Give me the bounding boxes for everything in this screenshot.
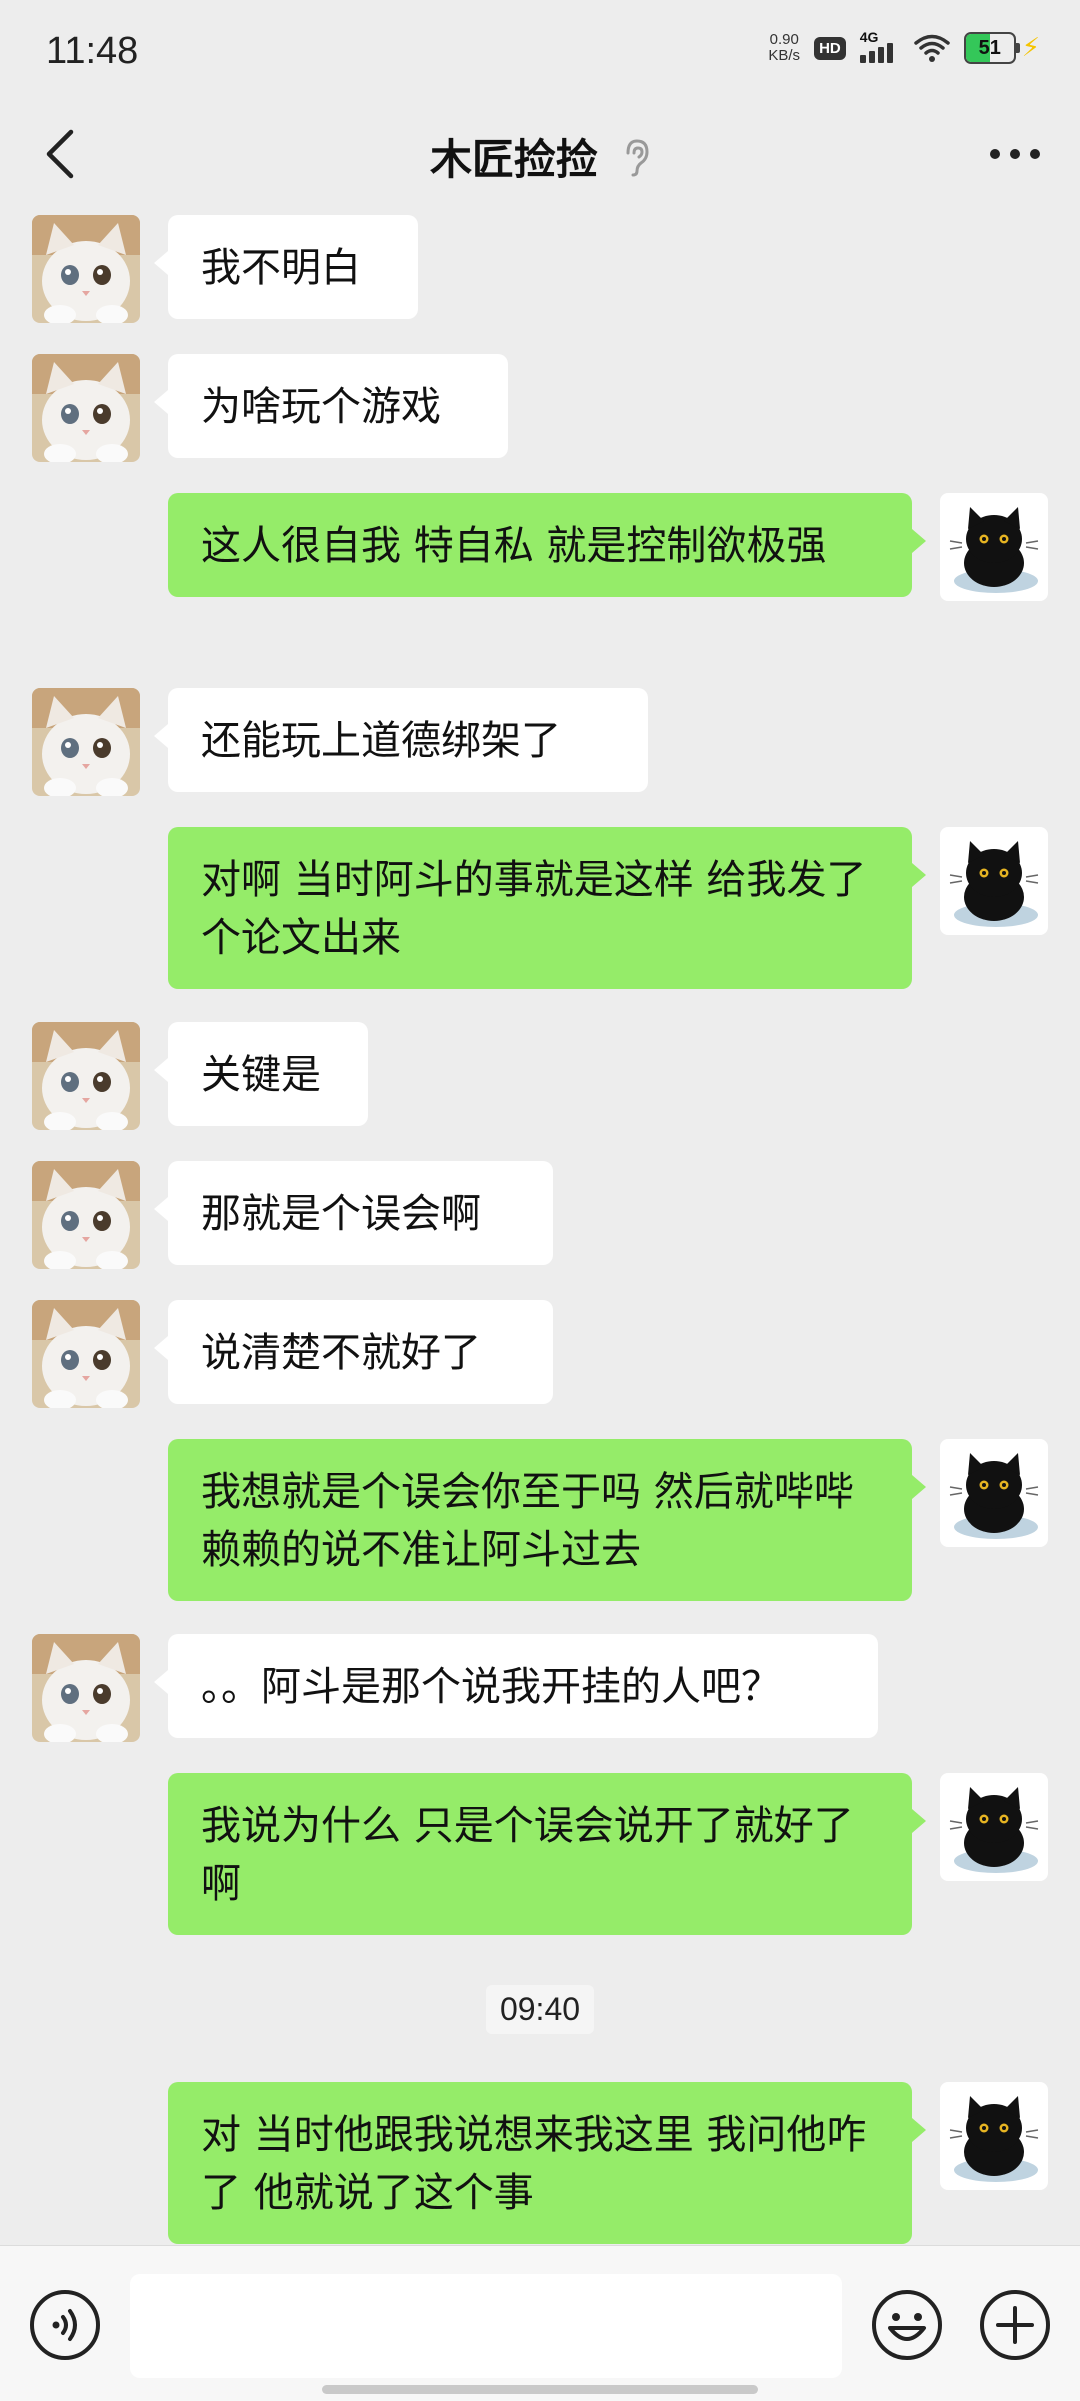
status-time: 11:48 <box>46 30 139 72</box>
status-icons: 0.90 KB/s HD 4G 51 ⚡ <box>768 29 1040 64</box>
contact-avatar[interactable] <box>32 1634 140 1742</box>
voice-icon <box>30 2290 100 2360</box>
input-bar <box>0 2245 1080 2401</box>
battery-icon: 51 ⚡ <box>963 32 1040 64</box>
plus-button[interactable] <box>978 2288 1052 2362</box>
network-type-label: 4G <box>859 29 879 45</box>
message-input[interactable] <box>130 2274 842 2378</box>
my-avatar[interactable] <box>940 493 1048 601</box>
network-speed-unit: KB/s <box>768 47 801 64</box>
battery-level: 51 <box>978 37 1001 59</box>
contact-avatar[interactable] <box>32 1161 140 1269</box>
outgoing-message-bubble[interactable]: 我说为什么 只是个误会说开了就好了啊 <box>168 1773 926 1935</box>
incoming-message-bubble[interactable]: 关键是 <box>154 1022 368 1126</box>
outgoing-message-bubble[interactable]: 对 当时他跟我说想来我这里 我问他咋了 他就说了这个事 <box>168 2082 926 2244</box>
wifi-icon <box>913 34 950 62</box>
voice-button[interactable] <box>28 2288 102 2362</box>
incoming-message-bubble[interactable]: 。。阿斗是那个说我开挂的人吧？ <box>154 1634 878 1738</box>
incoming-message-bubble[interactable]: 为啥玩个游戏 <box>154 354 508 458</box>
network-speed: 0.90 KB/s <box>768 32 800 64</box>
contact-avatar[interactable] <box>32 688 140 796</box>
contact-avatar[interactable] <box>32 1300 140 1408</box>
my-avatar[interactable] <box>940 827 1048 935</box>
outgoing-message-bubble[interactable]: 这人很自我 特自私 就是控制欲极强 <box>168 493 926 597</box>
incoming-message-bubble[interactable]: 还能玩上道德绑架了 <box>154 688 648 792</box>
contact-avatar[interactable] <box>32 354 140 462</box>
chat-header: 木匠捡捡 <box>0 100 1080 210</box>
message-list[interactable]: 09:40 我不明白为啥玩个游戏这人很自我 特自私 就是控制欲极强还能玩上道德绑… <box>0 210 1080 2245</box>
network-speed-value: 0.90 <box>769 31 799 48</box>
status-bar: 11:48 0.90 KB/s HD 4G 51 ⚡ <box>0 0 1080 100</box>
chat-title: 木匠捡捡 <box>429 135 598 184</box>
my-avatar[interactable] <box>940 1773 1048 1881</box>
timestamp: 09:40 <box>485 1985 595 2034</box>
cellular-signal-icon: 4G <box>859 29 900 63</box>
plus-icon <box>980 2290 1050 2360</box>
emoji-button[interactable] <box>870 2288 944 2362</box>
incoming-message-bubble[interactable]: 说清楚不就好了 <box>154 1300 553 1404</box>
hd-icon: HD <box>814 36 846 60</box>
home-indicator[interactable] <box>322 2385 758 2394</box>
incoming-message-bubble[interactable]: 我不明白 <box>154 215 418 319</box>
charging-icon: ⚡ <box>1021 33 1040 63</box>
more-dots-icon <box>990 149 1040 159</box>
outgoing-message-bubble[interactable]: 我想就是个误会你至于吗 然后就哔哔赖赖的说不准让阿斗过去 <box>168 1439 926 1601</box>
ear-icon <box>626 138 649 176</box>
contact-avatar[interactable] <box>32 215 140 323</box>
timestamp-row: 09:40 <box>0 1985 1080 2034</box>
my-avatar[interactable] <box>940 1439 1048 1547</box>
contact-avatar[interactable] <box>32 1022 140 1130</box>
more-button[interactable] <box>980 124 1050 184</box>
outgoing-message-bubble[interactable]: 对啊 当时阿斗的事就是这样 给我发了个论文出来 <box>168 827 926 989</box>
my-avatar[interactable] <box>940 2082 1048 2190</box>
emoji-icon <box>872 2290 942 2360</box>
incoming-message-bubble[interactable]: 那就是个误会啊 <box>154 1161 553 1265</box>
